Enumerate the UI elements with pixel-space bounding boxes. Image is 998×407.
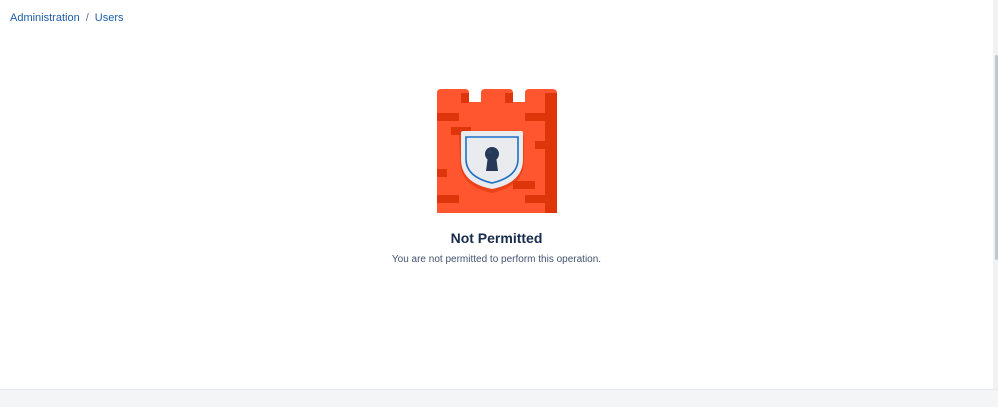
scrollbar[interactable] (993, 0, 998, 390)
footer-bar (0, 389, 998, 407)
breadcrumb-item-administration[interactable]: Administration (10, 11, 80, 25)
error-description: You are not permitted to perform this op… (391, 254, 602, 265)
breadcrumb-separator: / (85, 12, 89, 24)
page-title: Not Permitted (450, 230, 543, 246)
not-permitted-empty-state: Not Permitted You are not permitted to p… (0, 89, 993, 267)
breadcrumb: Administration / Users (10, 11, 124, 25)
breadcrumb-item-users[interactable]: Users (95, 11, 124, 25)
castle-lock-icon (436, 89, 557, 213)
page: Administration / Users Not Permitted You… (0, 0, 998, 407)
